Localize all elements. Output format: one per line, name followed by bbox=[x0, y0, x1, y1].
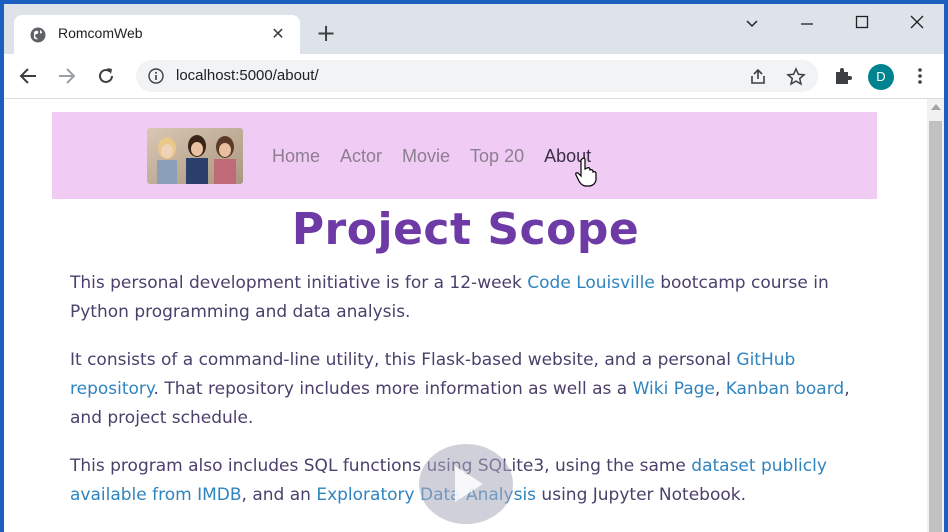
window-close-icon[interactable] bbox=[909, 14, 925, 30]
new-tab-icon[interactable]: + bbox=[314, 21, 338, 46]
menu-dots-icon[interactable] bbox=[910, 66, 930, 86]
nav-link-top-20[interactable]: Top 20 bbox=[470, 146, 524, 167]
nav-link-home[interactable]: Home bbox=[272, 146, 320, 167]
profile-avatar[interactable]: D bbox=[868, 64, 894, 90]
vertical-scrollbar[interactable] bbox=[927, 99, 944, 532]
code-louisville-link[interactable]: Code Louisville bbox=[527, 273, 655, 293]
page-viewport: Home Actor Movie Top 20 About Project Sc… bbox=[4, 99, 944, 532]
site-info-icon[interactable] bbox=[148, 68, 164, 84]
nav-link-movie[interactable]: Movie bbox=[402, 146, 450, 167]
nav-links: Home Actor Movie Top 20 About bbox=[272, 146, 591, 167]
address-bar[interactable]: localhost:5000/about/ bbox=[136, 60, 818, 92]
forward-arrow-icon[interactable] bbox=[57, 66, 77, 86]
back-arrow-icon[interactable] bbox=[18, 66, 38, 86]
paragraph-intro: This personal development initiative is … bbox=[70, 269, 860, 327]
maximize-icon[interactable] bbox=[854, 14, 870, 30]
paragraph-text: It consists of a command-line utility, t… bbox=[70, 350, 737, 370]
video-play-icon[interactable] bbox=[419, 444, 513, 524]
browser-window: RomcomWeb ✕ + localhost:5000/about/ D Ho… bbox=[4, 4, 944, 532]
browser-tab[interactable]: RomcomWeb ✕ bbox=[14, 15, 300, 54]
url-text: localhost:5000/about/ bbox=[176, 67, 319, 84]
paragraph-text: This personal development initiative is … bbox=[70, 273, 528, 293]
browser-toolbar: localhost:5000/about/ D bbox=[4, 54, 944, 99]
paragraph-text: using Jupyter Notebook. bbox=[536, 485, 746, 505]
tab-strip: RomcomWeb ✕ + bbox=[4, 4, 944, 54]
wiki-page-link[interactable]: Wiki Page bbox=[633, 379, 715, 399]
tab-search-chevron-icon[interactable] bbox=[744, 16, 760, 32]
minimize-icon[interactable] bbox=[799, 16, 815, 32]
close-tab-icon[interactable]: ✕ bbox=[268, 24, 288, 44]
site-navbar: Home Actor Movie Top 20 About bbox=[52, 112, 877, 199]
share-icon[interactable] bbox=[748, 67, 768, 87]
paragraph-text: , and an bbox=[241, 485, 317, 505]
nav-link-actor[interactable]: Actor bbox=[340, 146, 382, 167]
paragraph-text: , bbox=[714, 379, 726, 399]
paragraph-text: This program also includes SQL functions… bbox=[70, 456, 692, 476]
kanban-board-link[interactable]: Kanban board bbox=[726, 379, 845, 399]
page-title: Project Scope bbox=[291, 204, 640, 255]
scroll-up-arrow-icon[interactable] bbox=[931, 104, 941, 110]
reload-icon[interactable] bbox=[96, 66, 116, 86]
paragraph-components: It consists of a command-line utility, t… bbox=[70, 346, 860, 433]
globe-icon bbox=[30, 27, 46, 43]
tab-title: RomcomWeb bbox=[58, 25, 143, 41]
paragraph-text: . That repository includes more informat… bbox=[153, 379, 633, 399]
scrollbar-thumb[interactable] bbox=[929, 121, 942, 532]
bookmark-star-icon[interactable] bbox=[786, 67, 806, 87]
site-logo[interactable] bbox=[147, 128, 243, 184]
hand-cursor-icon bbox=[575, 157, 597, 187]
extensions-puzzle-icon[interactable] bbox=[833, 66, 853, 86]
